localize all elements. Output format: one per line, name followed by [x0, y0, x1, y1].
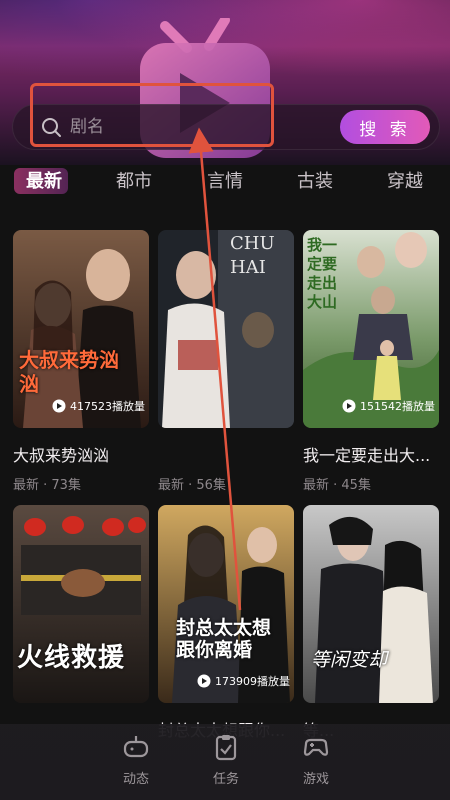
play-icon	[342, 399, 356, 413]
nav-label: 任务	[212, 772, 239, 787]
drama-card[interactable]: 我一定要走出大山 151542播放量 我一定要走出大... 最新 · 45集	[303, 230, 439, 500]
drama-card[interactable]: 大叔来势汹汹 417523播放量 大叔来势汹汹 最新 · 73集	[13, 230, 149, 500]
tab-romance[interactable]: 言情	[207, 167, 243, 193]
poster-title-art: 封总太太想跟你离婚	[176, 617, 272, 661]
play-count: 151542播放量	[342, 398, 435, 416]
nav-label: 游戏	[302, 772, 329, 787]
gamepad-icon	[123, 736, 149, 758]
card-title: 大叔来势汹汹	[13, 446, 110, 465]
drama-poster[interactable]: 封总太太想跟你离婚 173909播放量	[158, 505, 294, 703]
drama-card[interactable]: 火线救援	[13, 505, 149, 735]
card-title: 我一定要走出大...	[303, 446, 431, 465]
search-highlight-box	[30, 83, 274, 147]
drama-card[interactable]: 封总太太想跟你离婚 173909播放量 封总太太想跟你...	[158, 505, 294, 740]
play-count: 417523播放量	[52, 398, 145, 416]
drama-poster[interactable]: CHU HAI	[158, 230, 294, 428]
card-meta: 最新 · 45集	[303, 478, 371, 493]
tab-urban[interactable]: 都市	[116, 167, 152, 193]
search-button[interactable]: 搜 索	[340, 110, 430, 144]
poster-title-art: CHU HAI	[230, 233, 275, 278]
card-meta: 最新 · 56集	[158, 478, 226, 493]
tab-costume[interactable]: 古装	[297, 167, 333, 193]
clipboard-check-icon	[215, 735, 237, 761]
drama-card[interactable]: 等闲变却 等...	[303, 505, 439, 740]
nav-item-moments[interactable]: 动态	[106, 732, 166, 792]
nav-label: 动态	[122, 772, 149, 787]
play-icon	[197, 674, 211, 688]
play-count: 173909播放量	[197, 673, 290, 691]
category-tabs: 最新 都市 言情 古装 穿越	[0, 163, 450, 199]
drama-poster[interactable]: 我一定要走出大山 151542播放量	[303, 230, 439, 428]
controller-icon	[303, 738, 329, 756]
poster-title-art: 大叔来势汹汹	[19, 348, 119, 396]
tab-latest[interactable]: 最新	[26, 167, 62, 193]
play-icon	[52, 399, 66, 413]
card-meta: 最新 · 73集	[13, 478, 81, 493]
poster-title-art: 我一定要走出大山	[307, 236, 338, 311]
drama-card[interactable]: CHU HAI 最新 · 56集	[158, 230, 294, 500]
drama-poster[interactable]: 等闲变却	[303, 505, 439, 703]
tab-time-travel[interactable]: 穿越	[387, 167, 423, 193]
drama-poster[interactable]: 火线救援	[13, 505, 149, 703]
drama-poster[interactable]: 大叔来势汹汹 417523播放量	[13, 230, 149, 428]
poster-title-art: 火线救援	[17, 643, 126, 673]
poster-title-art: 等闲变却	[311, 649, 388, 671]
nav-item-games[interactable]: 游戏	[286, 732, 346, 792]
nav-item-tasks[interactable]: 任务	[196, 732, 256, 792]
